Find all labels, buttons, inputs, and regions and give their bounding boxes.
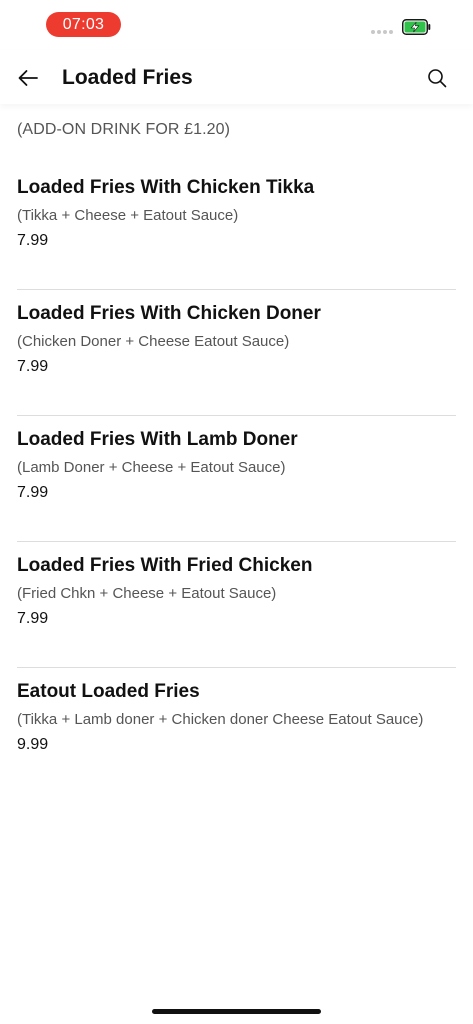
menu-item-price: 9.99 (17, 736, 49, 753)
menu-item-title: Loaded Fries With Lamb Doner (17, 429, 298, 450)
menu-item-title: Eatout Loaded Fries (17, 681, 200, 702)
signal-dots-icon (371, 30, 393, 34)
menu-item-title: Loaded Fries With Fried Chicken (17, 555, 313, 576)
menu-item-price: 7.99 (17, 484, 49, 501)
home-indicator[interactable] (152, 1009, 321, 1014)
page-title: Loaded Fries (62, 66, 193, 89)
menu-item[interactable]: Loaded Fries With Chicken Doner (Chicken… (17, 290, 456, 416)
search-button[interactable] (423, 64, 451, 92)
menu-item[interactable]: Eatout Loaded Fries (Tikka + Lamb doner … (17, 668, 456, 794)
status-time: 07:03 (46, 12, 121, 37)
arrow-left-icon (18, 70, 38, 86)
add-on-notice: (ADD-ON DRINK FOR £1.20) (17, 121, 231, 138)
menu-item-description: (Lamb Doner + Cheese + Eatout Sauce) (17, 459, 286, 476)
menu-list: (ADD-ON DRINK FOR £1.20) Loaded Fries Wi… (17, 104, 456, 794)
menu-item-price: 7.99 (17, 232, 49, 249)
menu-item[interactable]: Loaded Fries With Chicken Tikka (Tikka +… (17, 164, 456, 290)
menu-item-description: (Tikka + Lamb doner + Chicken doner Chee… (17, 711, 424, 728)
menu-item[interactable]: Loaded Fries With Lamb Doner (Lamb Doner… (17, 416, 456, 542)
app-header: Loaded Fries (0, 50, 473, 104)
menu-item-description: (Chicken Doner + Cheese Eatout Sauce) (17, 333, 290, 350)
menu-item-title: Loaded Fries With Chicken Tikka (17, 177, 315, 198)
menu-item-description: (Fried Chkn + Cheese + Eatout Sauce) (17, 585, 277, 602)
menu-item[interactable]: Loaded Fries With Fried Chicken (Fried C… (17, 542, 456, 668)
menu-item-description: (Tikka + Cheese + Eatout Sauce) (17, 207, 239, 224)
search-icon (428, 69, 447, 88)
menu-item-price: 7.99 (17, 610, 49, 627)
battery-charging-icon (402, 19, 431, 35)
menu-item-title: Loaded Fries With Chicken Doner (17, 303, 321, 324)
menu-item-price: 7.99 (17, 358, 49, 375)
back-button[interactable] (14, 64, 42, 92)
status-bar: 07:03 (0, 0, 473, 50)
